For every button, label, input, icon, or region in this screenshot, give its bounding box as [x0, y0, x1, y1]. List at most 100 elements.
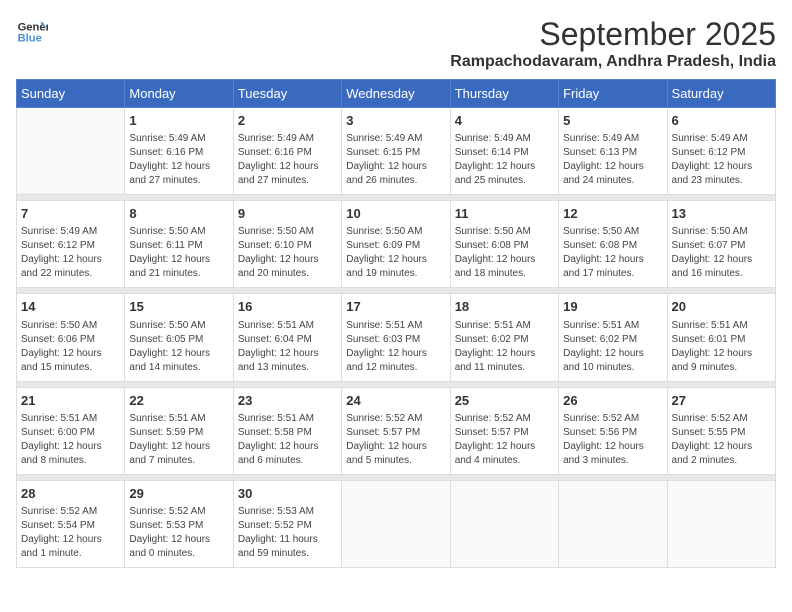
day-number: 17	[346, 298, 445, 316]
day-number: 18	[455, 298, 554, 316]
header-thursday: Thursday	[450, 80, 558, 108]
calendar-cell	[17, 108, 125, 195]
day-info: Sunrise: 5:51 AMSunset: 5:59 PMDaylight:…	[129, 412, 228, 468]
day-info: Sunrise: 5:49 AMSunset: 6:16 PMDaylight:…	[238, 132, 337, 188]
day-info: Sunrise: 5:49 AMSunset: 6:13 PMDaylight:…	[563, 132, 662, 188]
calendar-cell: 23 Sunrise: 5:51 AMSunset: 5:58 PMDayligh…	[233, 387, 341, 474]
day-info: Sunrise: 5:52 AMSunset: 5:53 PMDaylight:…	[129, 505, 228, 561]
day-info: Sunrise: 5:50 AMSunset: 6:06 PMDaylight:…	[21, 319, 120, 375]
day-number: 13	[672, 205, 771, 223]
calendar-cell: 4Sunrise: 5:49 AMSunset: 6:14 PMDaylight…	[450, 108, 558, 195]
day-number: 19	[563, 298, 662, 316]
logo: General Blue	[16, 16, 48, 48]
day-info: Sunrise: 5:51 AMSunset: 6:00 PMDaylight:…	[21, 412, 120, 468]
calendar-cell: 11Sunrise: 5:50 AMSunset: 6:08 PMDayligh…	[450, 201, 558, 288]
day-info: Sunrise: 5:51 AMSunset: 6:04 PMDaylight:…	[238, 319, 337, 375]
day-number: 4	[455, 112, 554, 130]
day-info: Sunrise: 5:52 AMSunset: 5:56 PMDaylight:…	[563, 412, 662, 468]
header-friday: Friday	[559, 80, 667, 108]
day-info: Sunrise: 5:51 AMSunset: 6:03 PMDaylight:…	[346, 319, 445, 375]
page-header: General Blue September 2025 Rampachodava…	[16, 16, 776, 71]
calendar-cell: 15 Sunrise: 5:50 AMSunset: 6:05 PMDayligh…	[125, 294, 233, 381]
calendar-cell	[667, 480, 775, 567]
day-info: Sunrise: 5:50 AMSunset: 6:11 PMDaylight:…	[129, 225, 228, 281]
calendar-cell: 30 Sunrise: 5:53 AMSunset: 5:52 PMDayligh…	[233, 480, 341, 567]
title-section: September 2025 Rampachodavaram, Andhra P…	[450, 16, 776, 71]
day-number: 16	[238, 298, 337, 316]
day-number: 22	[129, 392, 228, 410]
location-title: Rampachodavaram, Andhra Pradesh, India	[450, 53, 776, 71]
calendar-cell: 29Sunrise: 5:52 AMSunset: 5:53 PMDayligh…	[125, 480, 233, 567]
calendar-cell	[450, 480, 558, 567]
day-info: Sunrise: 5:50 AMSunset: 6:08 PMDaylight:…	[455, 225, 554, 281]
calendar-week-row: 14 Sunrise: 5:50 AMSunset: 6:06 PMDayligh…	[17, 294, 776, 381]
calendar-cell: 9Sunrise: 5:50 AMSunset: 6:10 PMDaylight…	[233, 201, 341, 288]
calendar-cell: 27 Sunrise: 5:52 AMSunset: 5:55 PMDayligh…	[667, 387, 775, 474]
day-number: 20	[672, 298, 771, 316]
day-info: Sunrise: 5:51 AMSunset: 6:02 PMDaylight:…	[563, 319, 662, 375]
calendar-cell: 25Sunrise: 5:52 AMSunset: 5:57 PMDayligh…	[450, 387, 558, 474]
day-number: 9	[238, 205, 337, 223]
calendar-cell: 17 Sunrise: 5:51 AMSunset: 6:03 PMDayligh…	[342, 294, 450, 381]
day-info: Sunrise: 5:50 AMSunset: 6:09 PMDaylight:…	[346, 225, 445, 281]
calendar-cell: 24Sunrise: 5:52 AMSunset: 5:57 PMDayligh…	[342, 387, 450, 474]
calendar-cell: 1 Sunrise: 5:49 AMSunset: 6:16 PMDaylight…	[125, 108, 233, 195]
day-info: Sunrise: 5:51 AMSunset: 5:58 PMDaylight:…	[238, 412, 337, 468]
calendar-cell: 14 Sunrise: 5:50 AMSunset: 6:06 PMDayligh…	[17, 294, 125, 381]
day-number: 3	[346, 112, 445, 130]
calendar-cell	[559, 480, 667, 567]
day-info: Sunrise: 5:49 AMSunset: 6:12 PMDaylight:…	[21, 225, 120, 281]
header-saturday: Saturday	[667, 80, 775, 108]
calendar-cell: 12 Sunrise: 5:50 AMSunset: 6:08 PMDayligh…	[559, 201, 667, 288]
month-title: September 2025	[450, 16, 776, 53]
day-number: 30	[238, 485, 337, 503]
svg-text:Blue: Blue	[18, 33, 42, 45]
calendar-cell: 7Sunrise: 5:49 AMSunset: 6:12 PMDaylight…	[17, 201, 125, 288]
day-info: Sunrise: 5:50 AMSunset: 6:08 PMDaylight:…	[563, 225, 662, 281]
day-info: Sunrise: 5:50 AMSunset: 6:07 PMDaylight:…	[672, 225, 771, 281]
calendar-header-row: SundayMondayTuesdayWednesdayThursdayFrid…	[17, 80, 776, 108]
calendar-cell: 13 Sunrise: 5:50 AMSunset: 6:07 PMDayligh…	[667, 201, 775, 288]
day-info: Sunrise: 5:52 AMSunset: 5:54 PMDaylight:…	[21, 505, 120, 561]
day-info: Sunrise: 5:50 AMSunset: 6:05 PMDaylight:…	[129, 319, 228, 375]
calendar-week-row: 28 Sunrise: 5:52 AMSunset: 5:54 PMDayligh…	[17, 480, 776, 567]
day-number: 26	[563, 392, 662, 410]
day-number: 15	[129, 298, 228, 316]
day-number: 5	[563, 112, 662, 130]
logo-icon: General Blue	[16, 16, 48, 48]
day-number: 23	[238, 392, 337, 410]
calendar-cell: 2Sunrise: 5:49 AMSunset: 6:16 PMDaylight…	[233, 108, 341, 195]
calendar-cell: 22 Sunrise: 5:51 AMSunset: 5:59 PMDayligh…	[125, 387, 233, 474]
day-number: 6	[672, 112, 771, 130]
header-wednesday: Wednesday	[342, 80, 450, 108]
calendar-cell: 26 Sunrise: 5:52 AMSunset: 5:56 PMDayligh…	[559, 387, 667, 474]
day-number: 1	[129, 112, 228, 130]
calendar-cell: 20 Sunrise: 5:51 AMSunset: 6:01 PMDayligh…	[667, 294, 775, 381]
calendar-week-row: 7Sunrise: 5:49 AMSunset: 6:12 PMDaylight…	[17, 201, 776, 288]
day-number: 8	[129, 205, 228, 223]
calendar-cell: 3Sunrise: 5:49 AMSunset: 6:15 PMDaylight…	[342, 108, 450, 195]
calendar-table: SundayMondayTuesdayWednesdayThursdayFrid…	[16, 79, 776, 568]
header-tuesday: Tuesday	[233, 80, 341, 108]
calendar-cell: 6 Sunrise: 5:49 AMSunset: 6:12 PMDaylight…	[667, 108, 775, 195]
day-number: 14	[21, 298, 120, 316]
day-info: Sunrise: 5:51 AMSunset: 6:01 PMDaylight:…	[672, 319, 771, 375]
header-sunday: Sunday	[17, 80, 125, 108]
calendar-cell: 16 Sunrise: 5:51 AMSunset: 6:04 PMDayligh…	[233, 294, 341, 381]
day-number: 12	[563, 205, 662, 223]
calendar-week-row: 21Sunrise: 5:51 AMSunset: 6:00 PMDayligh…	[17, 387, 776, 474]
calendar-cell	[342, 480, 450, 567]
day-info: Sunrise: 5:49 AMSunset: 6:16 PMDaylight:…	[129, 132, 228, 188]
day-number: 28	[21, 485, 120, 503]
day-info: Sunrise: 5:53 AMSunset: 5:52 PMDaylight:…	[238, 505, 337, 561]
day-info: Sunrise: 5:52 AMSunset: 5:57 PMDaylight:…	[455, 412, 554, 468]
calendar-cell: 28 Sunrise: 5:52 AMSunset: 5:54 PMDayligh…	[17, 480, 125, 567]
day-number: 27	[672, 392, 771, 410]
calendar-cell: 21Sunrise: 5:51 AMSunset: 6:00 PMDayligh…	[17, 387, 125, 474]
day-number: 10	[346, 205, 445, 223]
day-number: 24	[346, 392, 445, 410]
day-info: Sunrise: 5:49 AMSunset: 6:12 PMDaylight:…	[672, 132, 771, 188]
calendar-cell: 5 Sunrise: 5:49 AMSunset: 6:13 PMDaylight…	[559, 108, 667, 195]
day-info: Sunrise: 5:51 AMSunset: 6:02 PMDaylight:…	[455, 319, 554, 375]
day-info: Sunrise: 5:52 AMSunset: 5:55 PMDaylight:…	[672, 412, 771, 468]
